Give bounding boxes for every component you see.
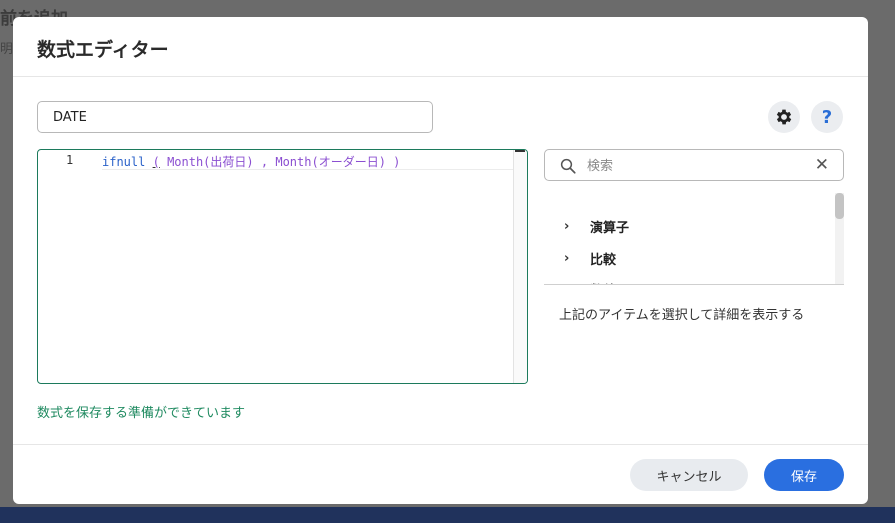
dialog-title: 数式エディター — [37, 39, 169, 61]
token-comma: , — [260, 155, 269, 169]
tree-scrollbar[interactable] — [835, 193, 844, 284]
status-message: 数式を保存する準備ができています — [37, 406, 246, 421]
tree-item-numeric[interactable]: › 数値 — [564, 279, 616, 285]
search-icon — [560, 158, 576, 174]
search-input[interactable] — [587, 156, 797, 176]
gear-icon — [776, 109, 792, 125]
tree-item-comparison[interactable]: › 比較 — [564, 248, 616, 268]
code-line[interactable]: ifnull ( Month(出荷日) , Month(オーダー日) ) — [102, 153, 514, 170]
token-close-paren: ) — [393, 155, 401, 169]
function-tree: › 演算子 › 比較 › 数値 — [544, 193, 844, 285]
token-open-paren: ( — [152, 155, 160, 169]
close-icon[interactable]: ✕ — [815, 156, 829, 174]
tree-item-label: 比較 — [590, 252, 617, 268]
chevron-right-icon: › — [564, 282, 584, 285]
formula-editor[interactable]: 1 ifnull ( Month(出荷日) , Month(オーダー日) ) — [37, 149, 528, 384]
chevron-right-icon: › — [564, 250, 570, 266]
function-search: ✕ — [544, 149, 844, 181]
editor-scroll-marker — [515, 150, 525, 152]
tree-item-label: 数値 — [590, 280, 616, 285]
line-number: 1 — [66, 153, 74, 167]
background-subtitle: 明 — [0, 42, 14, 57]
chevron-right-icon: › — [564, 218, 570, 234]
settings-button[interactable] — [768, 101, 800, 133]
tree-item-operators[interactable]: › 演算子 — [564, 216, 629, 236]
cancel-button[interactable]: キャンセル — [630, 459, 748, 491]
tree-scroll-thumb[interactable] — [835, 193, 844, 219]
token-function: ifnull — [102, 155, 146, 169]
detail-hint: 上記のアイテムを選択して詳細を表示する — [559, 308, 805, 323]
save-button[interactable]: 保存 — [764, 459, 844, 491]
token-arg1: Month(出荷日) — [167, 155, 254, 169]
field-name-input[interactable] — [37, 101, 433, 133]
help-button[interactable]: ? — [811, 101, 843, 133]
editor-scrollbar[interactable] — [513, 150, 527, 383]
tree-item-label: 演算子 — [590, 220, 630, 236]
background-bottom-bar — [0, 507, 895, 523]
token-arg2: Month(オーダー日) — [275, 155, 386, 169]
formula-editor-dialog: 数式エディター ? 1 ifnull ( Month(出荷日) , Month(… — [13, 17, 868, 504]
help-icon: ? — [821, 106, 833, 128]
dialog-header: 数式エディター — [13, 17, 868, 77]
dialog-footer: キャンセル 保存 — [13, 444, 868, 504]
